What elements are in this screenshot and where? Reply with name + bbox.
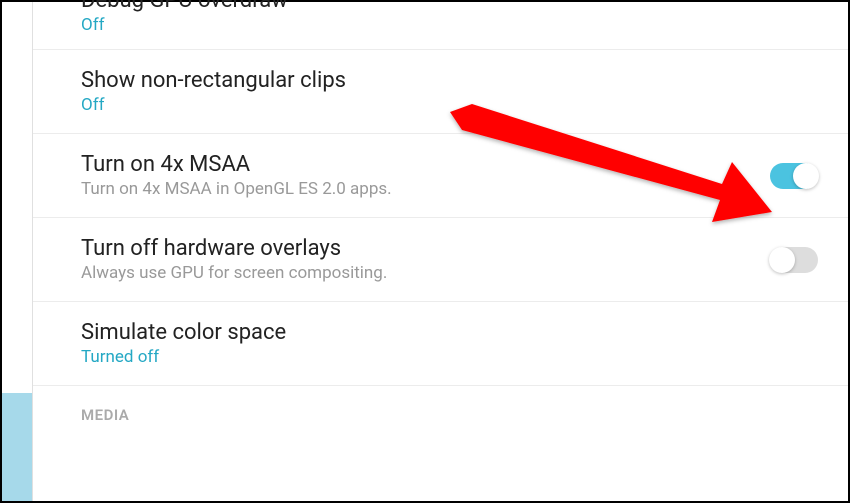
setting-value: Turned off — [81, 347, 286, 367]
toggle-4x-msaa[interactable] — [770, 163, 818, 189]
setting-title: Simulate color space — [81, 320, 286, 345]
setting-title: Debug GPU overdraw — [81, 0, 288, 13]
setting-text: Show non-rectangular clips Off — [81, 68, 346, 115]
setting-text: Simulate color space Turned off — [81, 320, 286, 367]
left-highlight — [2, 393, 32, 501]
setting-title: Turn off hardware overlays — [81, 236, 387, 261]
section-header-media: MEDIA — [33, 386, 848, 430]
toggle-knob — [769, 247, 795, 273]
setting-title: Show non-rectangular clips — [81, 68, 346, 93]
setting-debug-gpu-overdraw[interactable]: Debug GPU overdraw Off — [33, 2, 848, 50]
toggle-knob — [793, 163, 819, 189]
setting-show-non-rectangular-clips[interactable]: Show non-rectangular clips Off — [33, 50, 848, 134]
left-sidebar-strip — [2, 2, 32, 501]
setting-title: Turn on 4x MSAA — [81, 152, 392, 177]
setting-text: Debug GPU overdraw Off — [81, 2, 288, 35]
setting-value: Off — [81, 15, 288, 35]
toggle-hardware-overlays[interactable] — [770, 247, 818, 273]
setting-subtitle: Turn on 4x MSAA in OpenGL ES 2.0 apps. — [81, 179, 392, 199]
settings-list: Debug GPU overdraw Off Show non-rectangu… — [32, 2, 848, 501]
setting-subtitle: Always use GPU for screen compositing. — [81, 263, 387, 283]
setting-value: Off — [81, 95, 346, 115]
setting-turn-off-hardware-overlays[interactable]: Turn off hardware overlays Always use GP… — [33, 218, 848, 302]
setting-text: Turn on 4x MSAA Turn on 4x MSAA in OpenG… — [81, 152, 392, 199]
setting-turn-on-4x-msaa[interactable]: Turn on 4x MSAA Turn on 4x MSAA in OpenG… — [33, 134, 848, 218]
setting-text: Turn off hardware overlays Always use GP… — [81, 236, 387, 283]
setting-simulate-color-space[interactable]: Simulate color space Turned off — [33, 302, 848, 386]
